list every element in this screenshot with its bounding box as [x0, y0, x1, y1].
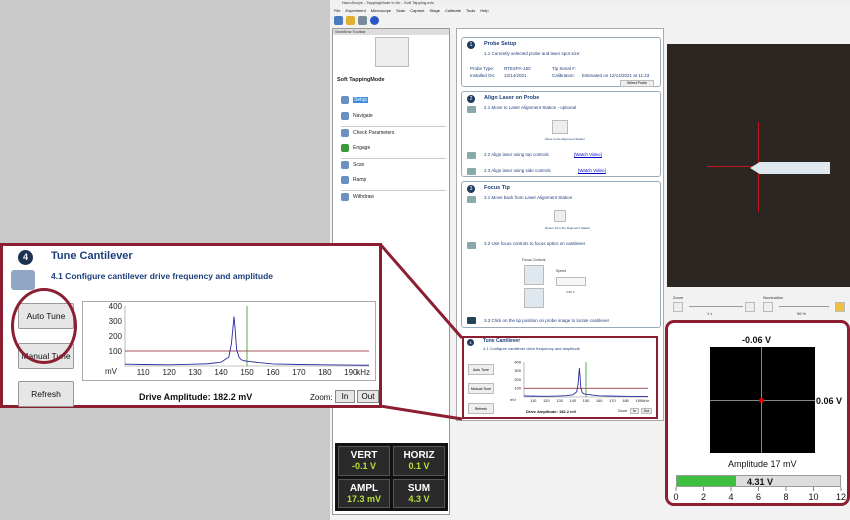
callout-lines [378, 243, 464, 421]
